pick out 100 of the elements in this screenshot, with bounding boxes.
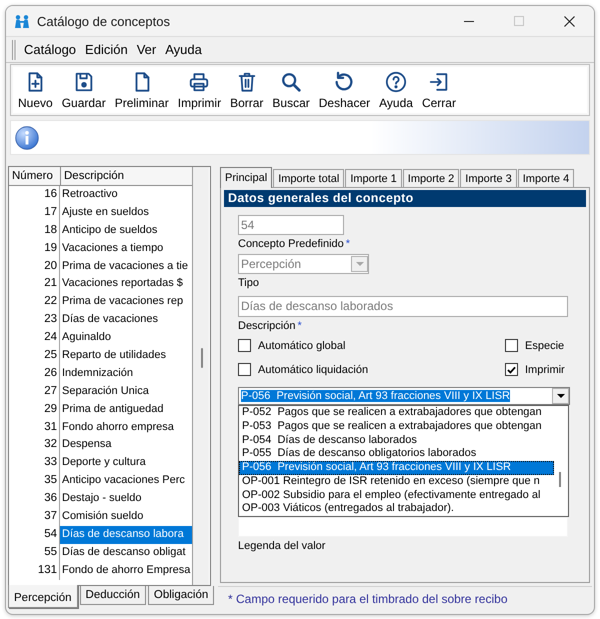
status-text: * Campo requerido para el timbrado del sobre recibo [228, 592, 508, 606]
table-cell[interactable]: Días de vacaciones [60, 311, 192, 330]
table-cell[interactable]: 131 [9, 562, 60, 580]
toolbar-button[interactable]: Preliminar [112, 68, 172, 112]
help-icon [385, 70, 408, 92]
table-cell[interactable]: 29 [9, 400, 60, 419]
tab[interactable]: Deducción [80, 586, 146, 605]
table-cell[interactable]: Comisión sueldo [60, 508, 192, 526]
table-cell[interactable]: Separación Unica [60, 382, 192, 401]
checkbox[interactable] [505, 363, 518, 376]
dropdown-option[interactable]: OP-001 Reintegro de ISR retenido en exceso (siempre que n [239, 474, 554, 488]
table-cell[interactable]: 27 [9, 382, 60, 401]
checkbox-label[interactable]: Automático global [258, 340, 346, 352]
checkbox-label[interactable]: Especie [525, 340, 564, 352]
scrollbar[interactable] [193, 167, 209, 585]
table-cell[interactable]: 37 [9, 508, 60, 526]
table-cell[interactable]: Anticipo de sueldos [60, 222, 192, 240]
toolbar-button[interactable]: Nuevo [15, 68, 56, 112]
dropdown-option[interactable]: P-052 Pagos que se realicen a extrabajadores que obtengan [239, 406, 554, 420]
tab[interactable]: Obligación [148, 586, 214, 605]
table-cell[interactable]: Deporte y cultura [60, 454, 192, 472]
table-cell[interactable]: Vacaciones a tiempo [60, 240, 192, 258]
table-cell[interactable]: 18 [9, 222, 60, 240]
checkbox[interactable] [505, 339, 518, 352]
dropdown-button[interactable] [552, 388, 569, 404]
tab[interactable]: Importe 1 [345, 169, 402, 187]
table-cell[interactable]: 55 [9, 544, 60, 562]
table-cell[interactable]: Días de descanso labora [60, 526, 192, 544]
dropdown-option[interactable]: OP-003 Viáticos (entregados al trabajador). [239, 502, 554, 516]
dropdown-option[interactable]: P-054 Días de descanso laborados [239, 434, 554, 448]
minimize-icon [464, 20, 474, 22]
checkbox[interactable] [238, 339, 251, 352]
table-cell[interactable]: 25 [9, 347, 60, 365]
menu-item[interactable]: Catálogo [21, 40, 80, 59]
table-cell[interactable]: Anticipo vacaciones Perc [60, 472, 192, 490]
search-icon [280, 70, 302, 92]
table-cell[interactable]: 23 [9, 311, 60, 330]
column-header[interactable]: Descripción [61, 167, 192, 185]
checkbox[interactable] [238, 363, 251, 376]
table-cell[interactable]: 19 [9, 240, 60, 258]
dropdown-option[interactable]: P-055 Días de descanso obligatorios laborados [239, 447, 554, 461]
table-cell[interactable]: Prima de vacaciones rep [60, 293, 192, 312]
field-label: Legenda del valor [238, 540, 326, 553]
table-cell[interactable]: Aguinaldo [60, 329, 192, 348]
scroll-thumb[interactable] [201, 348, 203, 368]
table-cell[interactable]: 20 [9, 258, 60, 276]
table-cell[interactable]: Despensa [60, 436, 192, 454]
table-cell[interactable]: 36 [9, 490, 60, 508]
dropdown-option[interactable]: P-053 Pagos que se realicen a extrabajadores que obtengan [239, 420, 554, 434]
table-cell[interactable]: Vacaciones reportadas $ [60, 275, 192, 294]
toolbar-button[interactable]: Guardar [58, 68, 109, 112]
menu-item[interactable]: Edición [82, 40, 131, 59]
printer-icon [188, 70, 210, 92]
toolbar-button[interactable]: Cerrar [418, 68, 459, 112]
column-header[interactable]: Número [9, 167, 61, 185]
toolbar-button[interactable]: Deshacer [316, 68, 374, 112]
table-cell[interactable]: Prima de vacaciones a tie [60, 258, 192, 276]
section-header: Datos generales del concepto [224, 190, 586, 207]
tab[interactable]: Importe total [273, 169, 344, 187]
toolbar-button[interactable]: Ayuda [376, 68, 416, 112]
toolbar-button[interactable]: Imprimir [174, 68, 224, 112]
tab[interactable]: Percepción [8, 585, 78, 608]
table-cell[interactable]: Retroactivo [60, 186, 192, 204]
table-cell[interactable]: Ajuste en sueldos [60, 204, 192, 222]
table-cell[interactable]: 21 [9, 275, 60, 294]
table-cell[interactable]: 22 [9, 293, 60, 312]
table-cell[interactable]: Días de descanso obligat [60, 544, 192, 562]
table-cell[interactable]: Fondo ahorro empresa [60, 418, 192, 436]
maximize-icon [514, 16, 524, 26]
menu-item[interactable]: Ayuda [162, 40, 205, 59]
table-cell[interactable]: 24 [9, 329, 60, 348]
close-icon [564, 16, 574, 26]
table-cell[interactable]: 35 [9, 472, 60, 490]
table-cell[interactable]: Fondo de ahorro Empresa [60, 562, 192, 580]
table-cell[interactable]: Indemnización [60, 364, 192, 383]
table-cell[interactable]: 33 [9, 454, 60, 472]
table-cell[interactable]: 16 [9, 186, 60, 204]
tab[interactable]: Importe 3 [460, 169, 517, 187]
dropdown-option[interactable]: P-056 Previsión social, Art 93 fracciones VIII y IX LISR [239, 461, 554, 475]
table-cell[interactable]: 32 [9, 436, 60, 454]
toolbar-button[interactable]: Borrar [227, 68, 266, 112]
menu-item[interactable]: Ver [134, 40, 160, 59]
scroll-thumb[interactable] [559, 472, 561, 487]
toolbar-button[interactable]: Buscar [269, 68, 313, 112]
table-cell[interactable]: 17 [9, 204, 60, 222]
tick-icon [507, 366, 516, 374]
table-cell[interactable]: 31 [9, 418, 60, 436]
input-field[interactable] [238, 517, 568, 537]
table-cell[interactable]: 26 [9, 364, 60, 383]
tab[interactable]: Importe 2 [402, 169, 460, 187]
table-cell[interactable]: Destajo - sueldo [60, 490, 192, 508]
dropdown-field[interactable]: P-056 Previsión social, Art 93 fracciones VIII y IX LISR [238, 387, 570, 405]
dropdown-option[interactable]: OP-002 Subsidio para el empleo (efectivamente entregado al [239, 488, 554, 502]
checkbox-label[interactable]: Automático liquidación [258, 364, 368, 376]
checkbox-label[interactable]: Imprimir [525, 364, 565, 376]
tab[interactable]: Principal [220, 167, 272, 188]
info-icon [15, 126, 39, 150]
table-cell[interactable]: Prima de antiguedad [60, 400, 192, 419]
tab[interactable]: Importe 4 [518, 169, 574, 187]
table-cell[interactable]: Reparto de utilidades [60, 347, 192, 365]
